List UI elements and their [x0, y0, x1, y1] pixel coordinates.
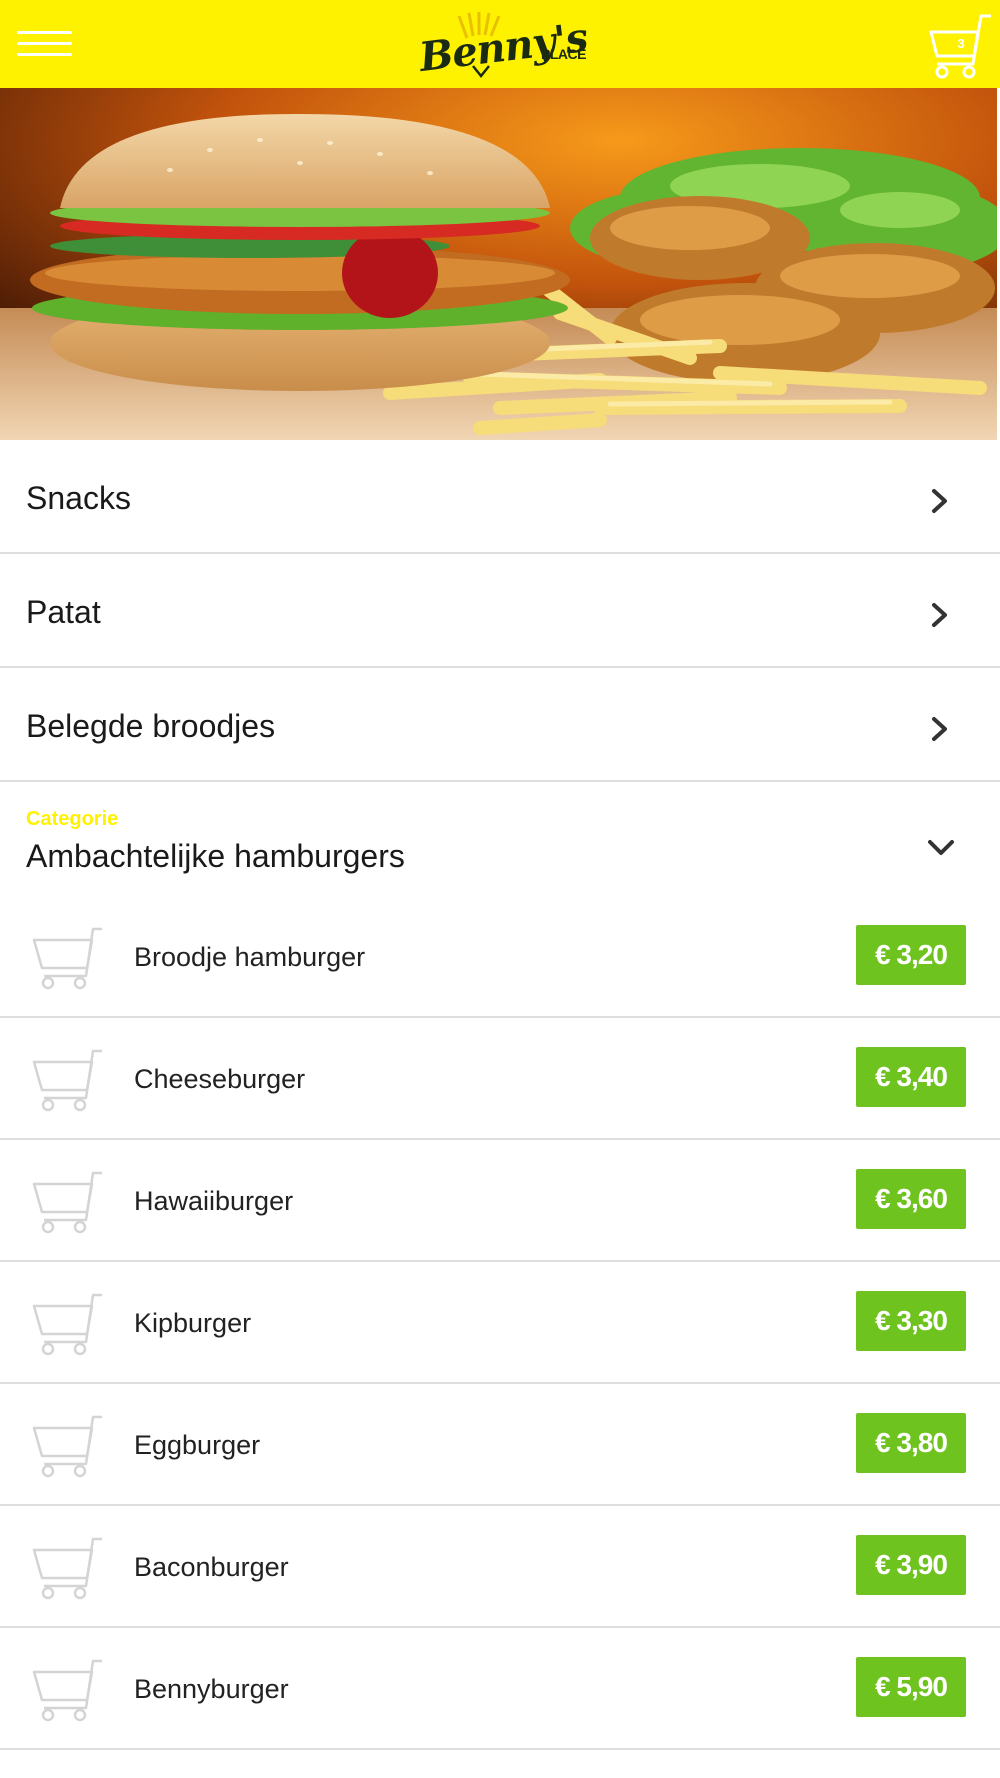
chevron-right-icon	[932, 717, 947, 741]
chevron-right-icon	[932, 489, 947, 513]
add-to-cart-icon[interactable]	[30, 926, 106, 990]
item-name: Bennyburger	[134, 1674, 289, 1704]
category-patat[interactable]: Patat	[0, 554, 1000, 668]
burger-fries-photo-icon	[0, 88, 1000, 440]
category-caption: Categorie	[26, 808, 119, 830]
item-name: Broodje hamburger	[134, 942, 366, 972]
menu-icon[interactable]	[17, 27, 72, 61]
price-button[interactable]: € 3,90	[856, 1535, 966, 1595]
hero-image	[0, 88, 1000, 440]
add-to-cart-icon[interactable]	[30, 1170, 106, 1234]
price-button[interactable]: € 5,90	[856, 1657, 966, 1717]
add-to-cart-icon[interactable]	[30, 1658, 106, 1722]
add-to-cart-icon[interactable]	[30, 1292, 106, 1356]
category-title: Ambachtelijke hamburgers	[26, 838, 405, 874]
category-belegde-broodjes[interactable]: Belegde broodjes	[0, 668, 1000, 782]
add-to-cart-icon[interactable]	[30, 1414, 106, 1478]
price-button[interactable]: € 3,20	[856, 925, 966, 985]
chevron-down-icon	[928, 840, 954, 855]
app-header: Benny's PLACE 3	[0, 0, 1000, 88]
item-name: Hawaiiburger	[134, 1186, 294, 1216]
list-item: Baconburger € 3,90	[0, 1506, 1000, 1628]
add-to-cart-icon[interactable]	[30, 1536, 106, 1600]
category-snacks[interactable]: Snacks	[0, 440, 1000, 554]
price-button[interactable]: € 3,80	[856, 1413, 966, 1473]
list-item: Eggburger € 3,80	[0, 1384, 1000, 1506]
logo-subtitle: PLACE	[541, 46, 586, 62]
cart-button[interactable]: 3	[925, 12, 993, 80]
category-label: Belegde broodjes	[26, 708, 276, 744]
add-to-cart-icon[interactable]	[30, 1048, 106, 1112]
price-button[interactable]: € 3,30	[856, 1291, 966, 1351]
list-item: Hawaiiburger € 3,60	[0, 1140, 1000, 1262]
list-item: Kipburger € 3,30	[0, 1262, 1000, 1384]
item-name: Baconburger	[134, 1552, 289, 1582]
list-item: Broodje hamburger € 3,20	[0, 896, 1000, 1018]
logo[interactable]: Benny's PLACE	[415, 10, 590, 81]
chevron-right-icon	[932, 603, 947, 627]
cart-count-badge: 3	[957, 36, 965, 51]
item-name: Kipburger	[134, 1308, 252, 1338]
item-name: Cheeseburger	[134, 1064, 306, 1094]
list-item: Cheeseburger € 3,40	[0, 1018, 1000, 1140]
category-label: Snacks	[26, 480, 131, 516]
category-label: Patat	[26, 594, 101, 630]
list-item: Bennyburger € 5,90	[0, 1628, 1000, 1750]
item-name: Eggburger	[134, 1430, 261, 1460]
price-button[interactable]: € 3,40	[856, 1047, 966, 1107]
price-button[interactable]: € 3,60	[856, 1169, 966, 1229]
category-ambachtelijke-hamburgers[interactable]: Categorie Ambachtelijke hamburgers	[0, 782, 1000, 904]
